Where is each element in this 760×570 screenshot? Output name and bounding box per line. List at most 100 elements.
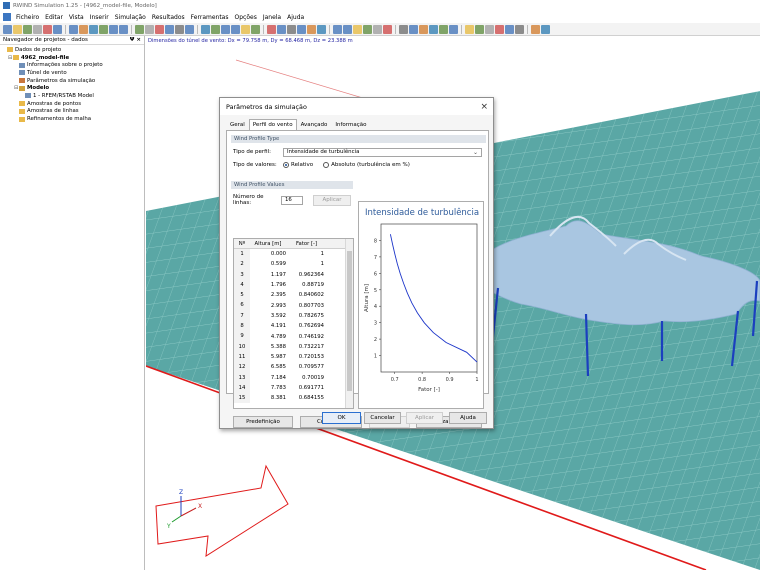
navigator-item[interactable]: Refinamentos de malha bbox=[0, 115, 144, 123]
toolbar-button-icon[interactable] bbox=[429, 24, 438, 34]
ok-button[interactable]: OK bbox=[322, 412, 361, 424]
tab-perfil-do-vento[interactable]: Perfil do vento bbox=[248, 119, 297, 130]
height-cell[interactable]: 2.395 bbox=[250, 292, 289, 298]
toolbar-button-icon[interactable] bbox=[3, 24, 12, 34]
height-cell[interactable]: 5.388 bbox=[250, 344, 289, 350]
factor-cell[interactable]: 0.962364 bbox=[289, 272, 327, 278]
factor-cell[interactable]: 0.782675 bbox=[289, 313, 327, 319]
toolbar-button-icon[interactable] bbox=[495, 24, 504, 34]
table-row[interactable]: 3 1.197 0.962364 bbox=[234, 269, 353, 280]
table-row[interactable]: 7 3.592 0.782675 bbox=[234, 310, 353, 322]
toolbar-button-icon[interactable] bbox=[363, 24, 372, 34]
toolbar-button-icon[interactable] bbox=[13, 24, 22, 34]
toolbar-button-icon[interactable] bbox=[541, 24, 550, 34]
factor-cell[interactable]: 1 bbox=[289, 251, 327, 257]
height-cell[interactable]: 3.592 bbox=[250, 313, 289, 319]
toolbar-button-icon[interactable] bbox=[99, 24, 108, 34]
profile-type-select[interactable]: Intensidade de turbulência ⌄ bbox=[283, 147, 482, 157]
height-cell[interactable]: 4.191 bbox=[250, 323, 289, 329]
navigator-item[interactable]: Amostras de pontos bbox=[0, 100, 144, 108]
navigator-item[interactable]: Parâmetros da simulação bbox=[0, 77, 144, 85]
toolbar-button-icon[interactable] bbox=[287, 24, 296, 34]
toolbar-button-icon[interactable] bbox=[333, 24, 342, 34]
navigator-item[interactable]: Informações sobre o projeto bbox=[0, 61, 144, 69]
table-row[interactable]: 1 0.000 1 bbox=[234, 249, 353, 260]
table-row[interactable]: 6 2.993 0.807703 bbox=[234, 300, 353, 311]
cancel-button[interactable]: Cancelar bbox=[364, 412, 401, 424]
height-cell[interactable]: 7.783 bbox=[250, 385, 289, 391]
wind-profile-table[interactable]: Nº Altura [m] Fator [-] 1 0.000 1 2 0.599 1 3 1… bbox=[233, 238, 354, 409]
table-row[interactable]: 13 7.184 0.70019 bbox=[234, 372, 353, 383]
toolbar-button-icon[interactable] bbox=[399, 24, 408, 34]
factor-cell[interactable]: 1 bbox=[289, 261, 327, 267]
toolbar-button-icon[interactable] bbox=[69, 24, 78, 34]
close-icon[interactable]: × bbox=[480, 102, 488, 112]
apply-button[interactable]: Aplicar bbox=[406, 412, 443, 424]
table-row[interactable]: 5 2.395 0.840602 bbox=[234, 290, 353, 301]
height-cell[interactable]: 0.000 bbox=[250, 251, 289, 257]
toolbar-button-icon[interactable] bbox=[353, 24, 362, 34]
radio-absolute[interactable] bbox=[323, 162, 330, 168]
toolbar-button-icon[interactable] bbox=[317, 24, 326, 34]
navigator-item[interactable]: ⊟ Modelo bbox=[0, 84, 144, 92]
apply-rows-button[interactable]: Aplicar bbox=[313, 194, 351, 206]
toolbar-button-icon[interactable] bbox=[53, 24, 62, 34]
factor-cell[interactable]: 0.70019 bbox=[289, 375, 327, 381]
toolbar-button-icon[interactable] bbox=[277, 24, 286, 34]
toolbar-button-icon[interactable] bbox=[475, 24, 484, 34]
toolbar-button-icon[interactable] bbox=[23, 24, 32, 34]
toolbar-button-icon[interactable] bbox=[79, 24, 88, 34]
height-cell[interactable]: 6.585 bbox=[250, 364, 289, 370]
toolbar-button-icon[interactable] bbox=[343, 24, 352, 34]
toolbar-button-icon[interactable] bbox=[175, 24, 184, 34]
toolbar-button-icon[interactable] bbox=[165, 24, 174, 34]
factor-cell[interactable]: 0.88719 bbox=[289, 282, 327, 288]
height-cell[interactable]: 7.184 bbox=[250, 375, 289, 381]
factor-cell[interactable]: 0.720153 bbox=[289, 354, 327, 360]
height-cell[interactable]: 1.796 bbox=[250, 282, 289, 288]
toolbar-button-icon[interactable] bbox=[439, 24, 448, 34]
toolbar-button-icon[interactable] bbox=[267, 24, 276, 34]
height-cell[interactable]: 1.197 bbox=[250, 272, 289, 278]
height-cell[interactable]: 8.381 bbox=[250, 395, 289, 401]
factor-cell[interactable]: 0.807703 bbox=[289, 303, 327, 309]
toolbar-button-icon[interactable] bbox=[89, 24, 98, 34]
menu-ajuda[interactable]: Ajuda bbox=[287, 14, 304, 21]
toolbar-button-icon[interactable] bbox=[515, 24, 524, 34]
toolbar-button-icon[interactable] bbox=[43, 24, 52, 34]
table-scrollbar[interactable] bbox=[345, 239, 353, 408]
factor-cell[interactable]: 0.840602 bbox=[289, 292, 327, 298]
menu-janela[interactable]: Janela bbox=[263, 14, 281, 21]
document-menu-icon[interactable] bbox=[3, 13, 11, 21]
scroll-thumb[interactable] bbox=[347, 251, 352, 391]
radio-relative[interactable] bbox=[283, 162, 289, 168]
toolbar-button-icon[interactable] bbox=[465, 24, 474, 34]
toolbar-button-icon[interactable] bbox=[185, 24, 194, 34]
toolbar-button-icon[interactable] bbox=[211, 24, 220, 34]
factor-cell[interactable]: 0.691771 bbox=[289, 385, 327, 391]
toolbar-button-icon[interactable] bbox=[145, 24, 154, 34]
navigator-item[interactable]: Túnel de vento bbox=[0, 69, 144, 77]
toolbar-button-icon[interactable] bbox=[135, 24, 144, 34]
toolbar-button-icon[interactable] bbox=[531, 24, 540, 34]
menu-ficheiro[interactable]: Ficheiro bbox=[16, 14, 39, 21]
height-cell[interactable]: 4.789 bbox=[250, 334, 289, 340]
factor-cell[interactable]: 0.732217 bbox=[289, 344, 327, 350]
navigator-item[interactable]: Dados de projeto bbox=[0, 46, 144, 54]
menu-inserir[interactable]: Inserir bbox=[90, 14, 109, 21]
height-cell[interactable]: 2.993 bbox=[250, 303, 289, 309]
tab-informacao[interactable]: Informação bbox=[331, 119, 370, 130]
menu-ferramentas[interactable]: Ferramentas bbox=[191, 14, 229, 21]
toolbar-button-icon[interactable] bbox=[383, 24, 392, 34]
table-row[interactable]: 15 8.381 0.684155 bbox=[234, 393, 353, 404]
tab-geral[interactable]: Geral bbox=[226, 119, 249, 130]
table-row[interactable]: 10 5.388 0.732217 bbox=[234, 341, 353, 352]
toolbar-button-icon[interactable] bbox=[109, 24, 118, 34]
factor-cell[interactable]: 0.746192 bbox=[289, 334, 327, 340]
toolbar-button-icon[interactable] bbox=[505, 24, 514, 34]
toolbar-button-icon[interactable] bbox=[485, 24, 494, 34]
menu-simulacao[interactable]: Simulação bbox=[115, 14, 146, 21]
toolbar-button-icon[interactable] bbox=[33, 24, 42, 34]
table-row[interactable]: 2 0.599 1 bbox=[234, 259, 353, 270]
navigator-item[interactable]: 1 - RFEM/RSTAB Model bbox=[0, 92, 144, 100]
